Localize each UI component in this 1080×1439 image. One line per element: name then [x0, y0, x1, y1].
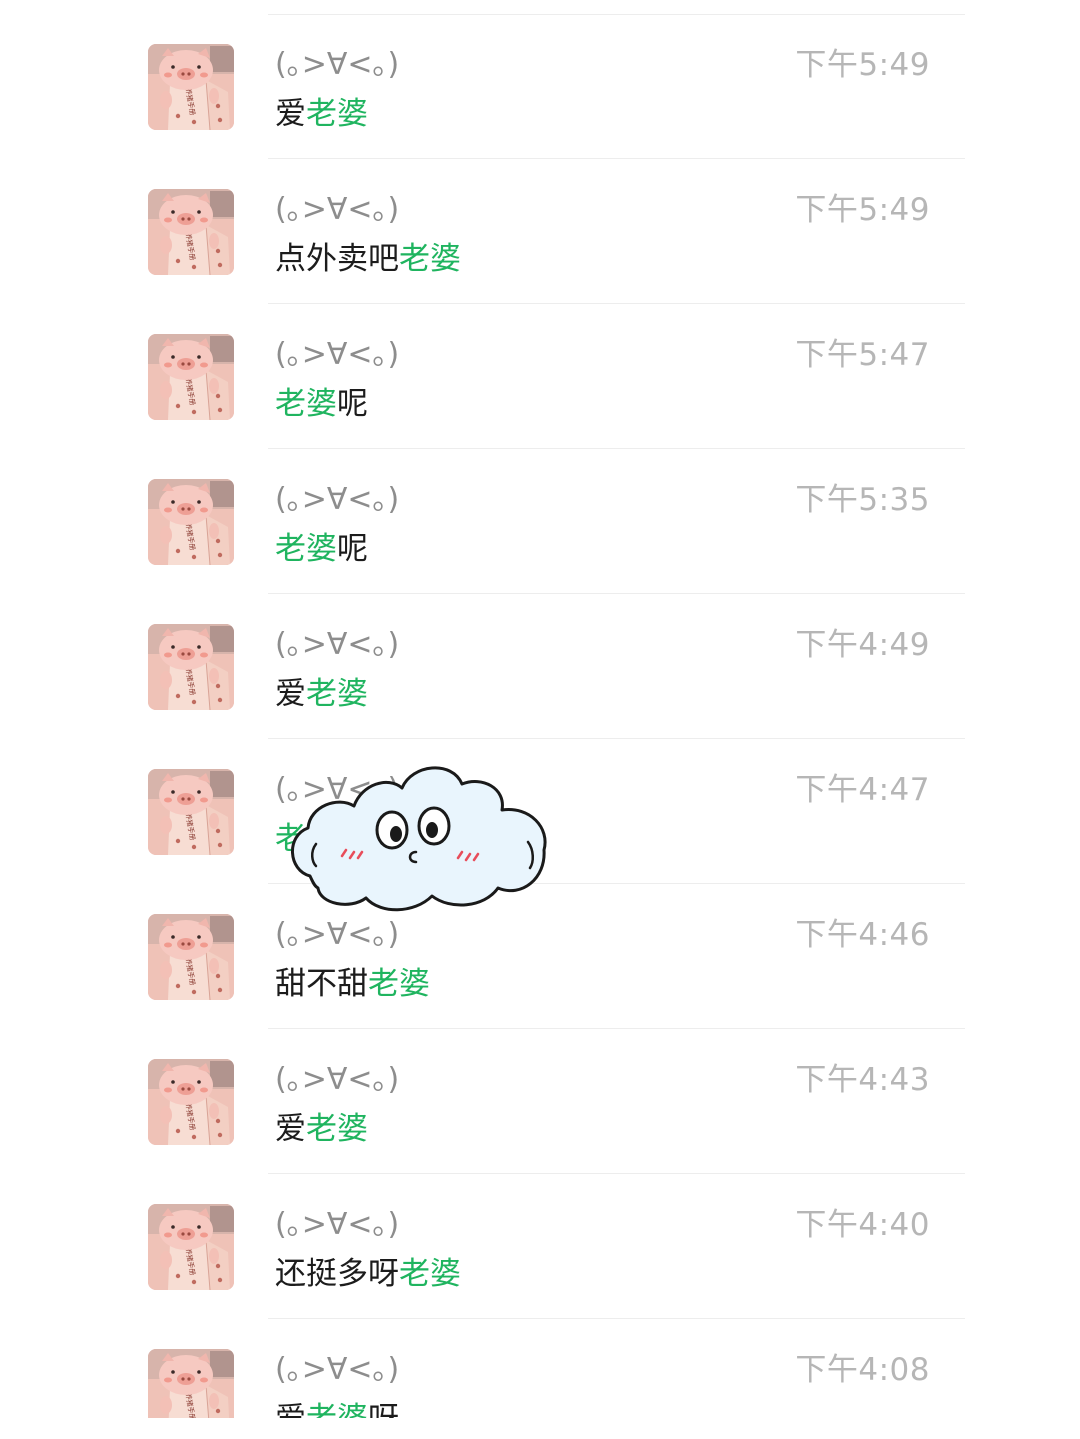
contact-name: (｡>∀<｡) [275, 47, 400, 82]
message-preview: 爱老婆 [275, 673, 368, 715]
contact-name: (｡>∀<｡) [275, 1062, 400, 1097]
pig-avatar-icon: 养猪手册 [148, 189, 234, 275]
message-text: 呀 [368, 1401, 399, 1418]
contact-avatar[interactable]: 养猪手册 [148, 1204, 234, 1290]
message-text: 爱 [275, 1401, 306, 1418]
search-result-row[interactable]: 养猪手册 (｡>∀<｡) 下午5:4 [0, 304, 1080, 449]
message-preview: 点外卖吧老婆 [275, 238, 461, 280]
keyword-highlight: 老婆 [306, 676, 368, 712]
keyword-highlight: 老婆 [399, 1256, 461, 1292]
message-text: 爱 [275, 1111, 306, 1147]
message-preview: 甜不甜老婆 [275, 963, 430, 1005]
message-text: 爱 [275, 676, 306, 712]
message-preview: 老婆呢 [275, 383, 368, 425]
keyword-highlight: 老婆 [399, 241, 461, 277]
keyword-highlight: 老婆 [306, 96, 368, 132]
keyword-highlight: 老婆 [306, 1111, 368, 1147]
message-time: 下午4:43 [795, 1062, 930, 1098]
search-result-row[interactable]: 养猪手册 (｡>∀<｡) 下午5:35 老婆呢 [0, 449, 1080, 594]
message-preview: 还挺多呀老婆 [275, 1253, 461, 1295]
contact-avatar[interactable]: 养猪手册 [148, 189, 234, 275]
message-preview: 爱老婆呀 [275, 1398, 399, 1418]
message-text: 甜不甜 [275, 966, 368, 1002]
search-result-row[interactable]: 养猪手册 (｡>∀<｡) 下午4:4 [0, 1174, 1080, 1319]
message-time: 下午5:49 [795, 47, 930, 83]
message-text: 呢 [337, 386, 368, 422]
search-result-row[interactable]: 养猪手册 (｡>∀<｡) 下午5:4 [0, 159, 1080, 304]
contact-name: (｡>∀<｡) [275, 337, 400, 372]
contact-avatar[interactable]: 养猪手册 [148, 624, 234, 710]
contact-name: (｡>∀<｡) [275, 192, 400, 227]
message-preview: 爱老婆 [275, 1108, 368, 1150]
message-preview: 爱老婆 [275, 93, 368, 135]
contact-avatar[interactable]: 养猪手册 [148, 44, 234, 130]
message-time: 下午4:08 [795, 1352, 930, 1388]
contact-avatar[interactable]: 养猪手册 [148, 1349, 234, 1418]
pig-avatar-icon: 养猪手册 [148, 624, 234, 710]
message-time: 下午4:40 [795, 1207, 930, 1243]
contact-name: (｡>∀<｡) [275, 482, 400, 517]
cloud-sticker-icon [291, 766, 547, 912]
message-text: 还挺多呀 [275, 1256, 399, 1292]
search-results-list[interactable]: 养猪手册 (｡>∀<｡) 下午5:49 爱老婆 养猪手册 (｡>∀<｡) 下午5… [0, 14, 1080, 1418]
pig-avatar-icon: 养猪手册 [148, 769, 234, 855]
contact-name: (｡>∀<｡) [275, 1352, 400, 1387]
message-text: 点外卖吧 [275, 241, 399, 277]
pig-avatar-icon: 养猪手册 [148, 1349, 234, 1418]
search-result-row[interactable]: 养猪手册 (｡>∀<｡) 下午5:4 [0, 14, 1080, 159]
contact-avatar[interactable]: 养猪手册 [148, 769, 234, 855]
keyword-highlight: 老婆 [368, 966, 430, 1002]
message-time: 下午5:47 [795, 337, 930, 373]
message-time: 下午4:46 [795, 917, 930, 953]
message-time: 下午4:47 [795, 772, 930, 808]
pig-avatar-icon: 养猪手册 [148, 1059, 234, 1145]
contact-name: (｡>∀<｡) [275, 917, 400, 952]
message-time: 下午4:49 [795, 627, 930, 663]
search-result-row[interactable]: 养猪手册 (｡>∀<｡) 下午4:4 [0, 594, 1080, 739]
message-preview: 老婆呢 [275, 528, 368, 570]
contact-avatar[interactable]: 养猪手册 [148, 914, 234, 1000]
pig-avatar-icon: 养猪手册 [148, 914, 234, 1000]
keyword-highlight: 老婆 [306, 1401, 368, 1418]
keyword-highlight: 老婆 [275, 531, 337, 567]
contact-avatar[interactable]: 养猪手册 [148, 479, 234, 565]
contact-name: (｡>∀<｡) [275, 1207, 400, 1242]
search-result-row[interactable]: 养猪手册 (｡>∀<｡) 下午4:4 [0, 1029, 1080, 1174]
contact-avatar[interactable]: 养猪手册 [148, 1059, 234, 1145]
contact-avatar[interactable]: 养猪手册 [148, 334, 234, 420]
contact-name: (｡>∀<｡) [275, 627, 400, 662]
pig-avatar-icon: 养猪手册 [148, 1204, 234, 1290]
message-time: 下午5:35 [795, 482, 930, 518]
pig-avatar-icon: 养猪手册 [148, 479, 234, 565]
pig-avatar-icon: 养猪手册 [148, 334, 234, 420]
message-text: 呢 [337, 531, 368, 567]
search-result-row[interactable]: 养猪手册 (｡>∀<｡) 下午4:08 [0, 1319, 1080, 1418]
message-time: 下午5:49 [795, 192, 930, 228]
keyword-highlight: 老婆 [275, 386, 337, 422]
message-text: 爱 [275, 96, 306, 132]
pig-avatar-icon: 养猪手册 [148, 44, 234, 130]
